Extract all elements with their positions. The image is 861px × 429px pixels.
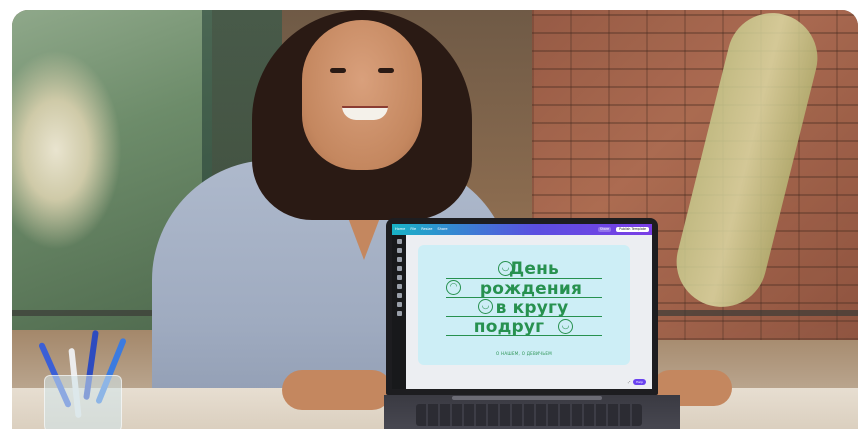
editor-topbar: Home File Resize Share Share Publish Tem…	[392, 224, 652, 235]
uploads-icon[interactable]	[396, 257, 402, 262]
laptop-hinge	[452, 396, 602, 400]
laptop-keyboard	[416, 404, 642, 426]
design-title-line-1: День	[509, 259, 559, 279]
menu-home[interactable]: Home	[395, 227, 405, 232]
laptop-screen: Home File Resize Share Share Publish Tem…	[386, 218, 658, 395]
templates-icon[interactable]	[396, 239, 402, 244]
design-canvas[interactable]: ◡ День ◠ рождения ◡ в кругу подруг ◡ О Н…	[418, 245, 630, 365]
elements-icon[interactable]	[396, 248, 402, 253]
brand-icon[interactable]	[396, 275, 402, 280]
left-eye	[330, 68, 346, 73]
help-button[interactable]: Help	[633, 379, 646, 385]
more-icon[interactable]	[396, 311, 402, 316]
white-flower-plant	[12, 50, 122, 250]
apps-icon[interactable]	[396, 293, 402, 298]
pen-cup	[44, 375, 122, 429]
design-title-line-2: рождения	[479, 279, 583, 299]
design-title-line-3: в кругу	[495, 298, 569, 318]
design-editor: Home File Resize Share Share Publish Tem…	[392, 224, 652, 389]
right-eye	[378, 68, 394, 73]
share-button[interactable]: Share	[597, 226, 612, 233]
smiley-icon: ◡	[558, 319, 573, 334]
projects-icon[interactable]	[396, 284, 402, 289]
person-face	[302, 20, 422, 170]
editor-sidebar	[392, 235, 406, 389]
menu-share[interactable]: Share	[437, 227, 447, 232]
menu-resize[interactable]: Resize	[421, 227, 432, 232]
text-icon[interactable]	[396, 266, 402, 271]
design-title-line-4: подруг	[473, 317, 545, 337]
zoom-icon[interactable]: ⤢	[628, 380, 630, 384]
editor-bottom-tools: ⤢ Help	[628, 379, 646, 385]
design-subtitle: О НАШЕМ, О ДЕВИЧЬЕМ	[496, 351, 552, 356]
photos-icon[interactable]	[396, 302, 402, 307]
person-smile	[342, 106, 388, 120]
menu-file[interactable]: File	[410, 227, 416, 232]
publish-template-button[interactable]: Publish Template	[616, 226, 649, 233]
left-hand	[282, 370, 392, 410]
photo-frame: Home File Resize Share Share Publish Tem…	[12, 10, 858, 429]
